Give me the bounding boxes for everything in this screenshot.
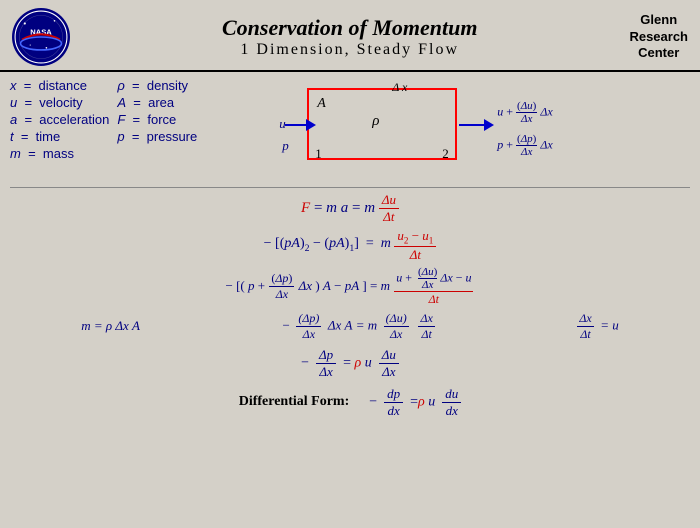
var-u: u = velocity <box>10 95 109 110</box>
eq2: − [(pA)2 − (pA)1] = m u2 − u1 Δt <box>0 228 700 263</box>
var-A: A = area <box>117 95 197 110</box>
u-right-formula: u + (Δu) Δx Δx <box>497 100 552 125</box>
page: NASA Conservation of Momentum 1 Dimensio… <box>0 0 700 528</box>
eq4: m = ρ Δx A − (Δp) Δx Δx A = m (Δu) Δx Δx… <box>0 311 700 342</box>
arrow-out-head <box>484 119 494 131</box>
var-p: p = pressure <box>117 129 197 144</box>
node-2-label: 2 <box>442 146 449 162</box>
eq1: F = m a = m Δu Δt <box>0 192 700 225</box>
org-name: GlennResearchCenter <box>629 12 688 63</box>
node-1-label: 1 <box>315 146 322 162</box>
sub-title: 1 Dimension, Steady Flow <box>70 41 629 59</box>
variables-col2: ρ = density A = area F = force p = press… <box>117 78 197 144</box>
nasa-logo: NASA <box>12 8 70 66</box>
delta-x-top: Δ x <box>392 80 407 95</box>
p-label-left: p <box>282 138 289 154</box>
eq5: − Δp Δx = ρ u Δu Δx <box>0 347 700 380</box>
header-title: Conservation of Momentum 1 Dimension, St… <box>70 15 629 59</box>
divider-1 <box>10 187 690 188</box>
rho-label: ρ <box>372 113 379 130</box>
p-right-formula: p + (Δp) Δx Δx <box>497 133 552 158</box>
var-t: t = time <box>10 129 109 144</box>
arrow-out-line <box>459 124 487 126</box>
main-title: Conservation of Momentum <box>70 15 629 41</box>
arrow-in-head <box>306 119 316 131</box>
eq3: − [( p + (Δp) Δx Δx ) A − pA ] = m u + (… <box>0 266 700 307</box>
var-rho: ρ = density <box>117 78 197 93</box>
A-label: A <box>317 96 326 112</box>
var-F: F = force <box>117 112 197 127</box>
variables-col1: x = distance u = velocity a = accelerati… <box>10 78 109 161</box>
var-x: x = distance <box>10 78 109 93</box>
var-m: m = mass <box>10 146 109 161</box>
header: NASA Conservation of Momentum 1 Dimensio… <box>0 0 700 72</box>
differential-form: Differential Form: − dp dx =ρ u du dx <box>0 386 700 419</box>
var-a: a = acceleration <box>10 112 109 127</box>
control-volume-box <box>307 88 457 160</box>
diagram: u A ρ 1 2 p Δ x u + (Δu) <box>227 78 557 183</box>
